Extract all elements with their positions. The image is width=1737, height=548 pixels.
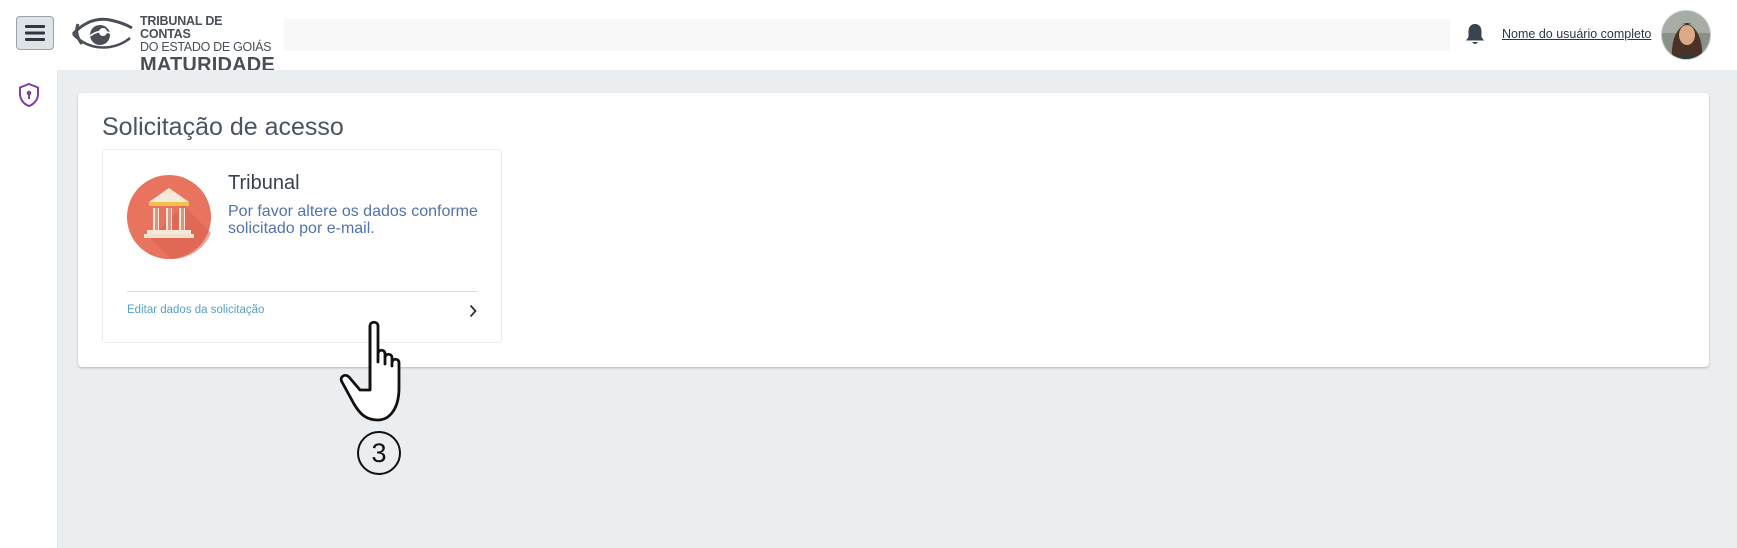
access-request-panel: Solicitação de acesso Tribunal Por favor… bbox=[78, 93, 1709, 367]
courthouse-icon bbox=[127, 175, 211, 259]
card-title: Tribunal bbox=[228, 172, 300, 194]
header-search-area[interactable] bbox=[284, 19, 1450, 51]
step-number-badge: 3 bbox=[357, 431, 401, 475]
chevron-right-icon[interactable] bbox=[469, 304, 477, 318]
sidebar bbox=[0, 70, 58, 548]
main-content: Solicitação de acesso Tribunal Por favor… bbox=[58, 70, 1737, 548]
notification-bell-icon[interactable] bbox=[1464, 22, 1486, 46]
edit-request-link[interactable]: Editar dados da solicitação bbox=[127, 304, 264, 316]
page-title: Solicitação de acesso bbox=[102, 113, 344, 141]
user-name-link[interactable]: Nome do usuário completo bbox=[1502, 27, 1651, 41]
eye-logo-icon bbox=[71, 17, 133, 49]
app-logo[interactable]: TRIBUNAL DE CONTAS DO ESTADO DE GOIÁS MA… bbox=[70, 12, 275, 75]
user-avatar[interactable] bbox=[1661, 10, 1711, 60]
pointer-hand-icon bbox=[339, 320, 401, 422]
user-avatar-image bbox=[1662, 11, 1710, 59]
hamburger-icon bbox=[25, 25, 45, 41]
card-divider bbox=[127, 291, 477, 292]
logo-line-1: TRIBUNAL DE CONTAS bbox=[140, 14, 223, 41]
shield-lock-icon[interactable] bbox=[17, 82, 41, 108]
tribunal-card[interactable]: Tribunal Por favor altere os dados confo… bbox=[102, 149, 502, 343]
card-description: Por favor altere os dados conforme solic… bbox=[228, 203, 478, 237]
top-bar: TRIBUNAL DE CONTAS DO ESTADO DE GOIÁS MA… bbox=[0, 0, 1737, 75]
logo-line-2: DO ESTADO DE GOIÁS bbox=[140, 40, 272, 54]
hamburger-menu-button[interactable] bbox=[16, 16, 54, 50]
